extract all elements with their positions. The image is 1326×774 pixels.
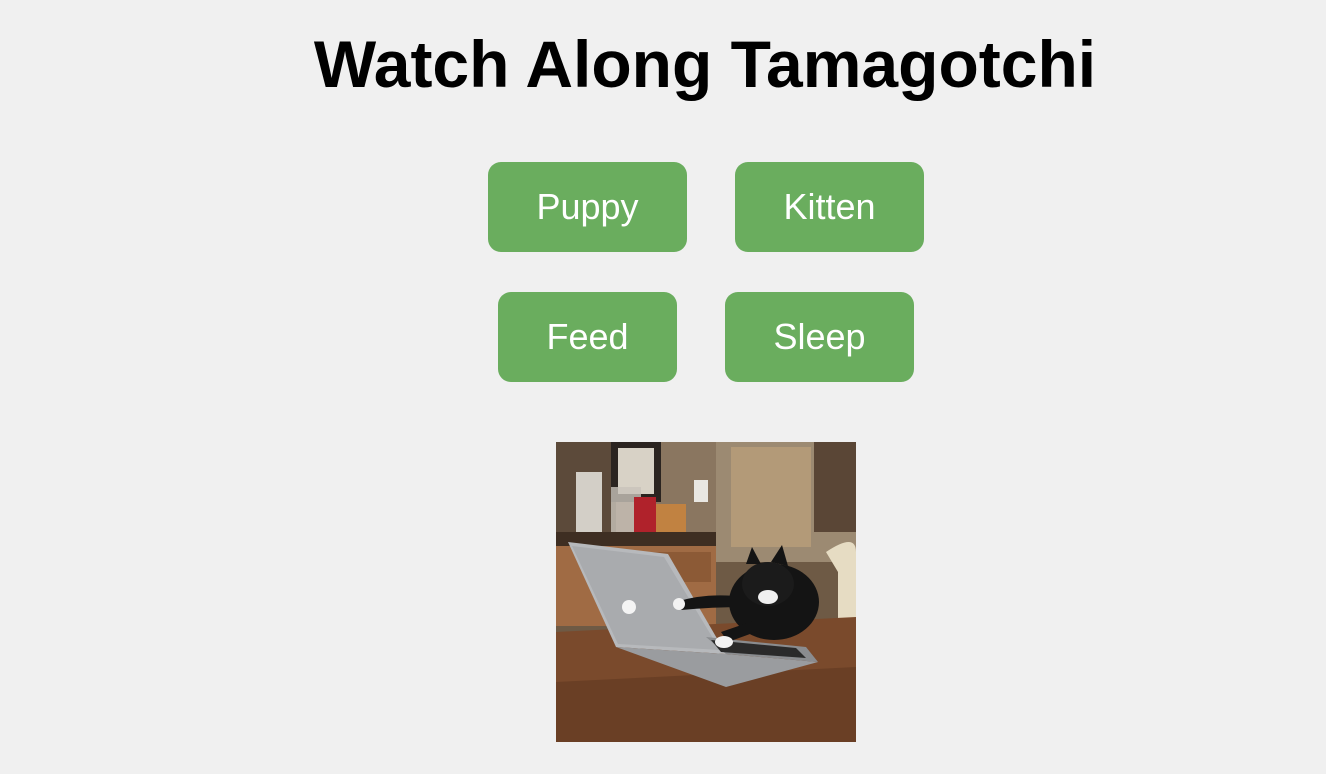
pet-image — [556, 442, 856, 742]
feed-button[interactable]: Feed — [498, 292, 677, 382]
page-title: Watch Along Tamagotchi — [313, 27, 1097, 101]
kitten-button[interactable]: Kitten — [735, 162, 924, 252]
sleep-button[interactable]: Sleep — [725, 292, 914, 382]
puppy-button[interactable]: Puppy — [488, 162, 687, 252]
